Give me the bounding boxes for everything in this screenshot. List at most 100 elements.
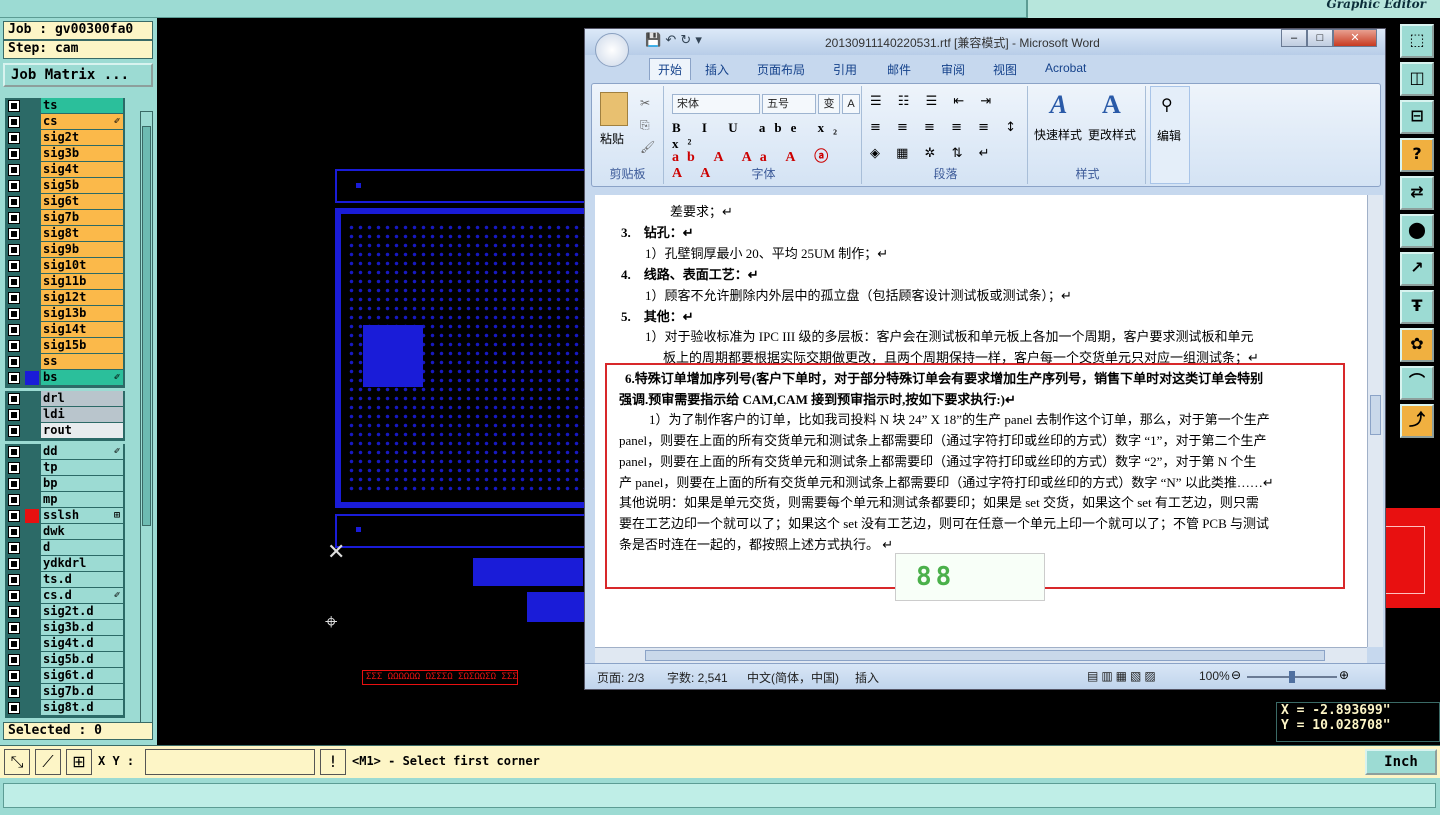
layer-checkbox[interactable] (8, 100, 20, 112)
layer-color-swatch[interactable] (25, 669, 39, 683)
layer-name[interactable]: sig3b (41, 146, 123, 161)
layer-color-swatch[interactable] (25, 179, 39, 193)
layer-row[interactable]: sig14t (5, 322, 125, 338)
layer-color-swatch[interactable] (25, 621, 39, 635)
char-border-icon[interactable]: A (842, 94, 860, 114)
minimize-button[interactable]: – (1281, 29, 1307, 47)
document-page[interactable]: 88 差要求；↵ 3. 钻孔：↵ 1）孔壁铜厚最小 20、平均 25UM 制作；↵ 4… (595, 195, 1367, 647)
layer-name[interactable]: sig5b (41, 178, 123, 193)
layer-color-swatch[interactable] (25, 307, 39, 321)
word-window[interactable]: 💾 ↶ ↻ ▾ 20130911140220531.rtf [兼容模式] - M… (584, 28, 1386, 690)
layer-checkbox[interactable] (8, 446, 20, 458)
layer-name[interactable]: drl (41, 391, 123, 406)
insert-mode[interactable]: 插入 (855, 669, 879, 686)
layer-color-swatch[interactable] (25, 291, 39, 305)
ribbon-tab[interactable]: 页面布局 (757, 61, 805, 78)
layer-checkbox[interactable] (8, 393, 20, 405)
layer-name[interactable]: bp (41, 476, 123, 491)
layer-name[interactable]: rout (41, 423, 123, 438)
layer-row[interactable]: rout (5, 423, 125, 439)
layer-name[interactable]: sig12t (41, 290, 123, 305)
layer-row[interactable]: dwk (5, 524, 125, 540)
align-buttons[interactable]: ≡ ≡ ≡ ≡ ≡ ↕ (870, 120, 1022, 135)
layer-color-swatch[interactable] (25, 131, 39, 145)
ribbon-tab[interactable]: 视图 (993, 61, 1017, 78)
layer-color-swatch[interactable] (25, 147, 39, 161)
layer-color-swatch[interactable] (25, 685, 39, 699)
layer-checkbox[interactable] (8, 116, 20, 128)
layer-name[interactable]: bs ✐ (41, 370, 123, 385)
layer-row[interactable]: ydkdrl (5, 556, 125, 572)
layer-row[interactable]: mp (5, 492, 125, 508)
layer-name[interactable]: sig8t.d (41, 700, 123, 715)
xy-input[interactable] (145, 749, 315, 775)
tool-button[interactable]: ⤴ (1400, 404, 1434, 438)
layer-row[interactable]: sig13b (5, 306, 125, 322)
layer-name[interactable]: sig7b (41, 210, 123, 225)
tool-button[interactable]: ↗ (1400, 252, 1434, 286)
layer-checkbox[interactable] (8, 196, 20, 208)
hscroll-thumb[interactable] (645, 650, 1325, 661)
layer-color-swatch[interactable] (25, 115, 39, 129)
layer-checkbox[interactable] (8, 526, 20, 538)
scroll-thumb[interactable] (142, 126, 151, 526)
layer-color-swatch[interactable] (25, 525, 39, 539)
layer-checkbox[interactable] (8, 590, 20, 602)
layer-row[interactable]: sig8t.d (5, 700, 125, 716)
layer-row[interactable]: bs ✐ (5, 370, 125, 386)
layer-color-swatch[interactable] (25, 211, 39, 225)
layer-checkbox[interactable] (8, 260, 20, 272)
layer-color-swatch[interactable] (25, 573, 39, 587)
maximize-button[interactable]: □ (1307, 29, 1333, 47)
layer-name[interactable]: sig2t.d (41, 604, 123, 619)
layer-checkbox[interactable] (8, 670, 20, 682)
layer-color-swatch[interactable] (25, 163, 39, 177)
layer-checkbox[interactable] (8, 425, 20, 437)
layer-color-swatch[interactable] (25, 701, 39, 715)
horizontal-scrollbar[interactable] (595, 647, 1367, 663)
layer-checkbox[interactable] (8, 180, 20, 192)
layer-row[interactable]: ldi (5, 407, 125, 423)
layer-row[interactable]: sig2t.d (5, 604, 125, 620)
layer-color-swatch[interactable] (25, 259, 39, 273)
layer-checkbox[interactable] (8, 574, 20, 586)
layer-row[interactable]: dd ✐ (5, 444, 125, 460)
page-indicator[interactable]: 页面: 2/3 (597, 669, 644, 686)
alert-icon[interactable]: ! (320, 749, 346, 775)
zoom-level[interactable]: 100% (1199, 669, 1230, 683)
tool-button[interactable]: Ŧ (1400, 290, 1434, 324)
layer-checkbox[interactable] (8, 356, 20, 368)
layer-checkbox[interactable] (8, 276, 20, 288)
language[interactable]: 中文(简体，中国) (747, 669, 839, 686)
layer-row[interactable]: ts.d (5, 572, 125, 588)
zoom-window-icon[interactable]: ⤡ (4, 749, 30, 775)
layer-name[interactable]: sig4t (41, 162, 123, 177)
tool-button[interactable]: ? (1400, 138, 1434, 172)
layer-checkbox[interactable] (8, 478, 20, 490)
layer-row[interactable]: sig5b.d (5, 652, 125, 668)
layer-row[interactable]: sig15b (5, 338, 125, 354)
close-button[interactable]: ✕ (1333, 29, 1377, 47)
layer-checkbox[interactable] (8, 308, 20, 320)
quick-styles-icon[interactable]: A (1050, 90, 1067, 120)
layer-list-scrollbar[interactable] (140, 111, 153, 735)
layer-checkbox[interactable] (8, 686, 20, 698)
layer-row[interactable]: sig3b.d (5, 620, 125, 636)
layer-checkbox[interactable] (8, 462, 20, 474)
layer-color-swatch[interactable] (25, 227, 39, 241)
layer-color-swatch[interactable] (25, 195, 39, 209)
layer-row[interactable]: sig6t (5, 194, 125, 210)
zoom-slider[interactable]: ⊖ ⊕ (1231, 668, 1351, 684)
view-buttons[interactable]: ▤▥▦▧▨ (1087, 669, 1159, 683)
edit-label[interactable]: 编辑 (1157, 127, 1181, 144)
list-buttons[interactable]: ☰ ☷ ☰ ⇤ ⇥ (870, 94, 997, 109)
change-styles-icon[interactable]: A (1102, 90, 1121, 120)
layer-checkbox[interactable] (8, 558, 20, 570)
layer-row[interactable]: cs ✐ (5, 114, 125, 130)
layer-row[interactable]: bp (5, 476, 125, 492)
layer-color-swatch[interactable] (25, 323, 39, 337)
layer-row[interactable]: sig4t (5, 162, 125, 178)
layer-name[interactable]: sig5b.d (41, 652, 123, 667)
ribbon-tab[interactable]: Acrobat (1045, 61, 1086, 75)
layer-color-swatch[interactable] (25, 243, 39, 257)
